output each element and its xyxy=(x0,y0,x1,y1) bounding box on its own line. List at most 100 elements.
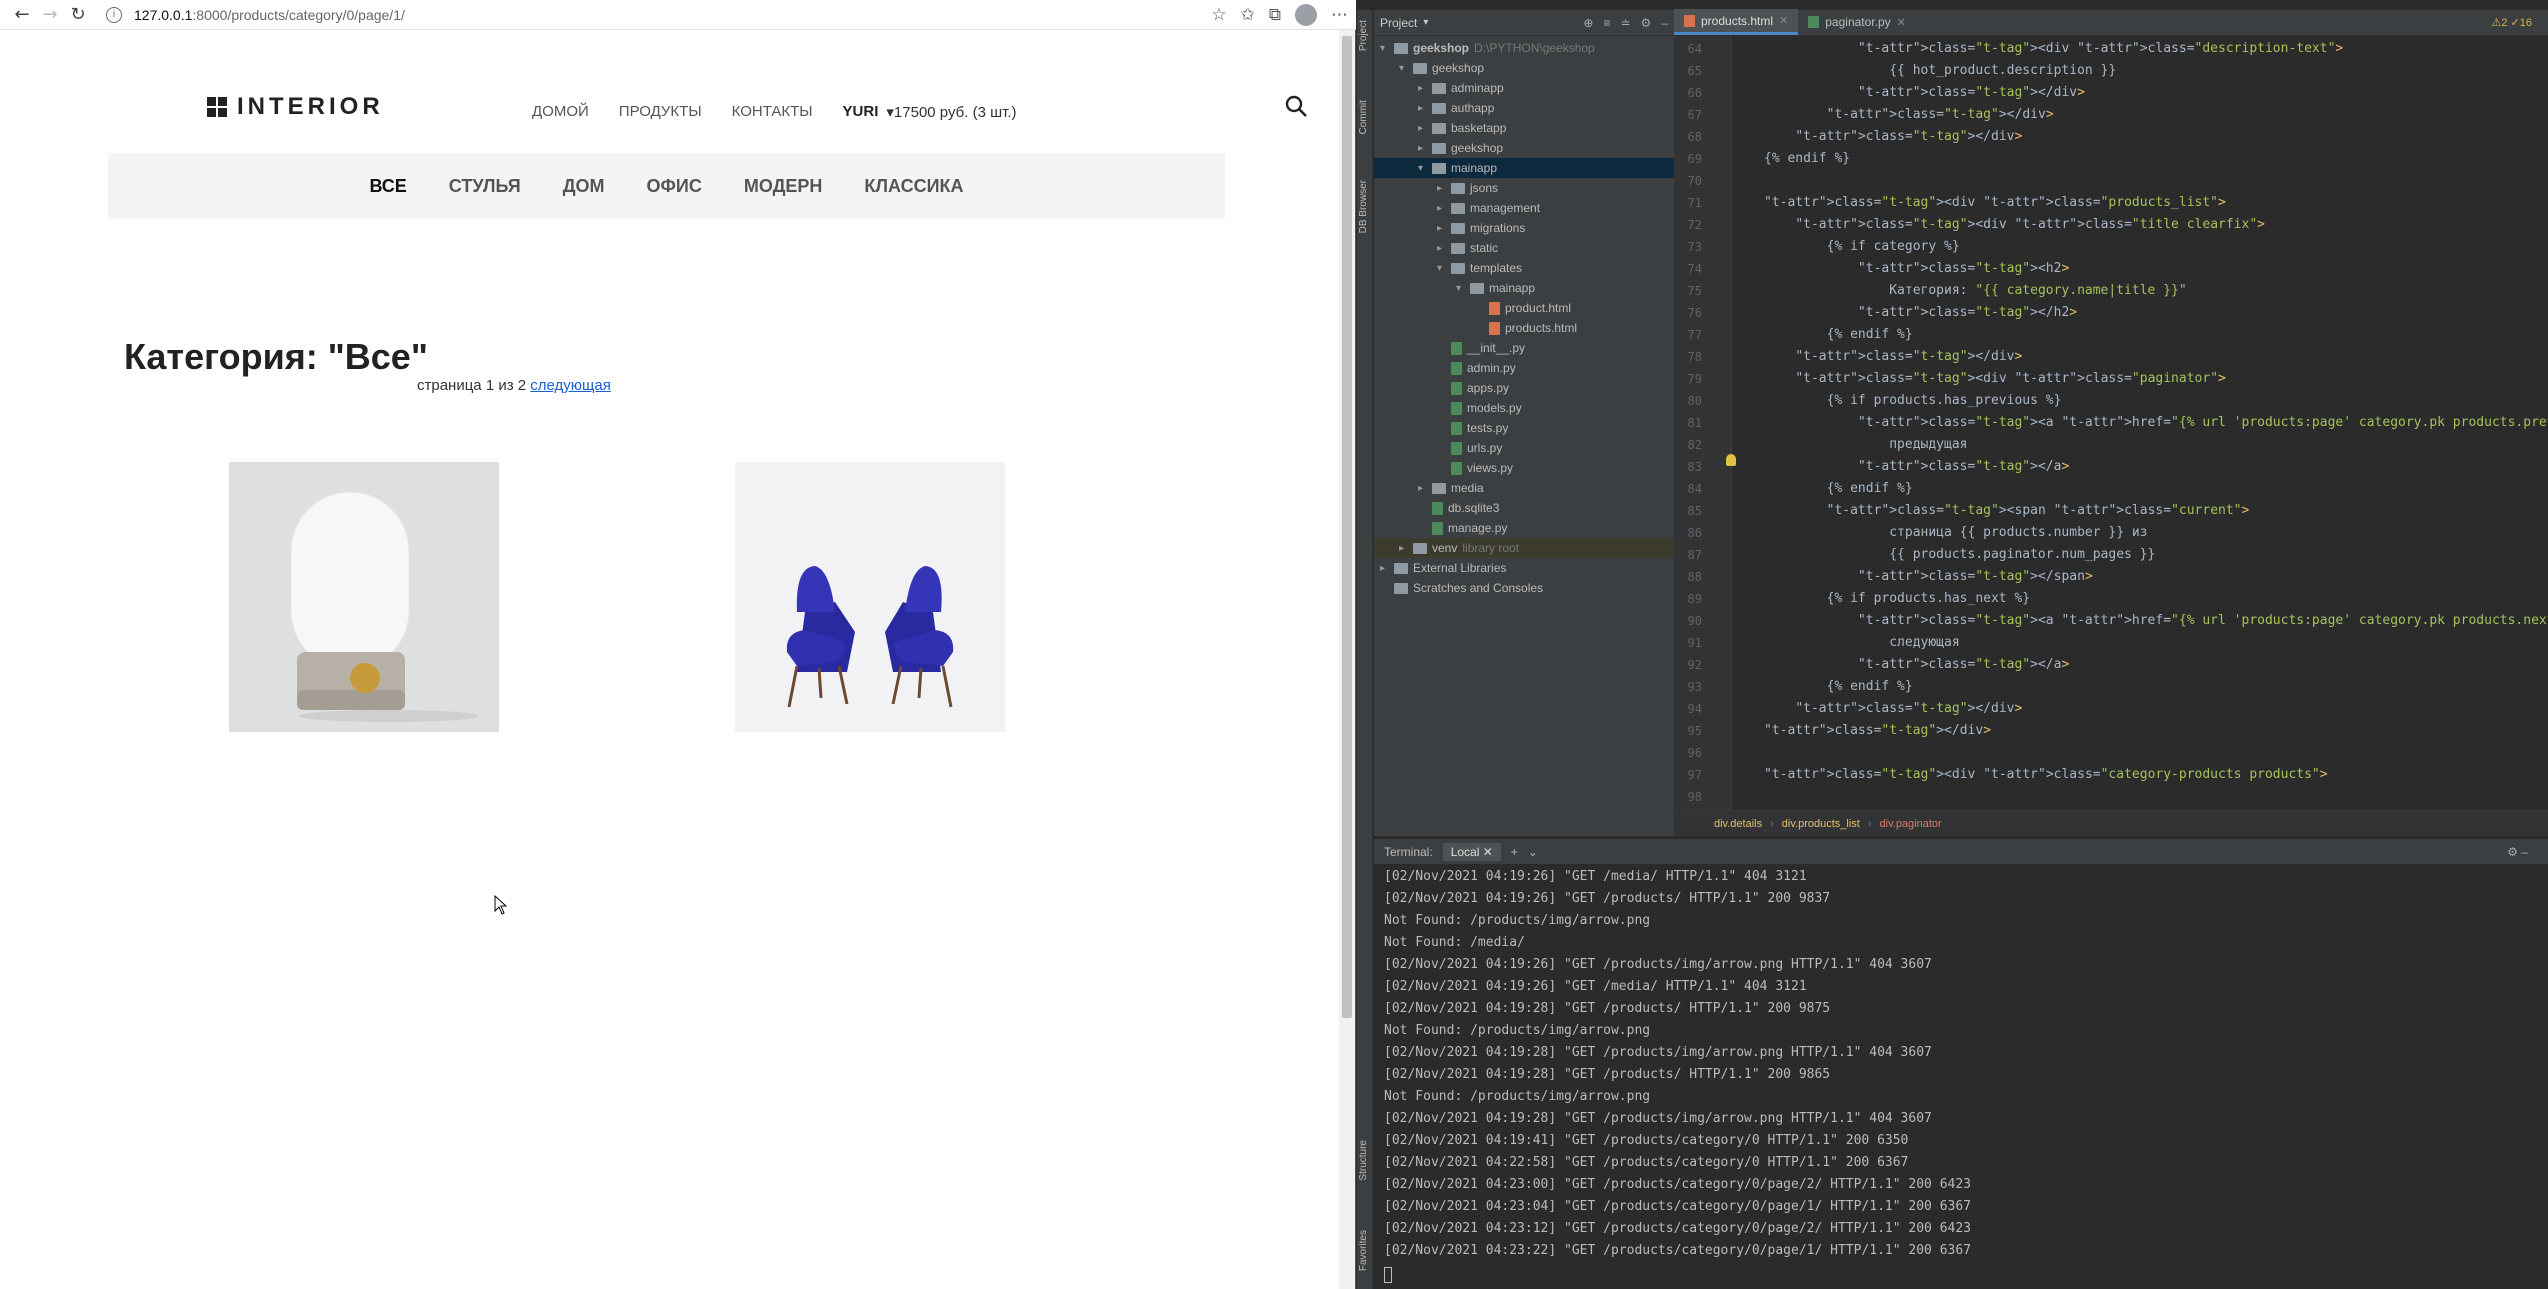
site-logo[interactable]: INTERIOR xyxy=(207,93,384,121)
category-modern[interactable]: модерн xyxy=(744,176,823,197)
tab-paginator-py[interactable]: paginator.py ✕ xyxy=(1798,9,1916,35)
code-line[interactable]: {% if products.has_next %} xyxy=(1732,588,2548,610)
chevron-down-icon[interactable]: ▾ xyxy=(1456,283,1470,294)
chevron-right-icon[interactable]: ▸ xyxy=(1418,483,1432,494)
code-line[interactable]: "t-attr">class="t-tag"><div "t-attr">cla… xyxy=(1732,764,2548,786)
profile-avatar[interactable] xyxy=(1295,4,1317,26)
chevron-right-icon[interactable]: ▸ xyxy=(1418,123,1432,134)
code-line[interactable]: {% if category %} xyxy=(1732,236,2548,258)
menu-products[interactable]: ПРОДУКТЫ xyxy=(619,103,702,121)
tree-item[interactable]: ▸ authapp xyxy=(1374,98,1674,118)
breadcrumb-item[interactable]: div.products_list xyxy=(1782,818,1860,830)
chevron-down-icon[interactable]: ▾ xyxy=(1380,43,1394,54)
menu-contacts[interactable]: КОНТАКТЫ xyxy=(732,103,813,121)
chevron-right-icon[interactable]: ▸ xyxy=(1418,103,1432,114)
tree-item[interactable]: models.py xyxy=(1374,398,1674,418)
tree-item[interactable]: admin.py xyxy=(1374,358,1674,378)
close-icon[interactable]: ✕ xyxy=(1897,16,1906,29)
tree-item[interactable]: product.html xyxy=(1374,298,1674,318)
code-line[interactable] xyxy=(1732,170,2548,192)
tree-item[interactable]: apps.py xyxy=(1374,378,1674,398)
code-line[interactable]: "t-attr">class="t-tag"></h2> xyxy=(1732,302,2548,324)
chevron-right-icon[interactable]: ▸ xyxy=(1437,243,1451,254)
tree-item[interactable]: ▸ External Libraries xyxy=(1374,558,1674,578)
inspection-status[interactable]: ⚠2 ✓16 xyxy=(2492,16,2533,29)
code-line[interactable]: "t-attr">class="t-tag"></div> xyxy=(1732,82,2548,104)
lightbulb-icon[interactable] xyxy=(1726,454,1736,466)
chevron-down-icon[interactable]: ▾ xyxy=(1399,63,1413,74)
code-line[interactable]: "t-attr">class="t-tag"></span> xyxy=(1732,566,2548,588)
menu-home[interactable]: ДОМОЙ xyxy=(532,103,589,121)
code-line[interactable] xyxy=(1732,742,2548,764)
more-icon[interactable]: ⋯ xyxy=(1331,5,1348,25)
tree-item[interactable]: ▾ templates xyxy=(1374,258,1674,278)
code-line[interactable]: "t-attr">class="t-tag"></div> xyxy=(1732,346,2548,368)
add-terminal-icon[interactable]: + xyxy=(1511,845,1518,859)
close-icon[interactable]: ✕ xyxy=(1779,14,1788,27)
tree-item[interactable]: ▸ jsons xyxy=(1374,178,1674,198)
site-info-icon[interactable]: i xyxy=(106,6,122,23)
code-line[interactable]: {% endif %} xyxy=(1732,478,2548,500)
chevron-right-icon[interactable]: ▸ xyxy=(1437,203,1451,214)
tree-item[interactable]: ▸ management xyxy=(1374,198,1674,218)
chevron-right-icon[interactable]: ▸ xyxy=(1418,83,1432,94)
gear-icon[interactable]: ⚙ xyxy=(1641,16,1652,30)
tree-item[interactable]: ▾ geekshop xyxy=(1374,58,1674,78)
code-line[interactable]: "t-attr">class="t-tag"><a "t-attr">href=… xyxy=(1732,412,2548,434)
chevron-down-icon[interactable]: ⌄ xyxy=(1528,845,1538,859)
code-editor[interactable]: 64 65 66 67 68 69 70 71 72 73 74 75 76 77 78 79 80 81 82 83… xyxy=(1674,36,2548,826)
tree-item[interactable]: tests.py xyxy=(1374,418,1674,438)
tree-item[interactable]: ▾ geekshop D:\PYTHON\geekshop xyxy=(1374,38,1674,58)
code-area[interactable]: "t-attr">class="t-tag"><div "t-attr">cla… xyxy=(1732,36,2548,810)
favorites-icon[interactable]: ✩ xyxy=(1241,5,1255,25)
code-line[interactable]: {% endif %} xyxy=(1732,676,2548,698)
browser-scrollbar[interactable] xyxy=(1339,30,1355,1289)
product-card[interactable] xyxy=(229,462,499,732)
menu-user[interactable]: YURI xyxy=(843,103,879,121)
close-icon[interactable]: ✕ xyxy=(1483,845,1493,859)
code-line[interactable]: "t-attr">class="t-tag"><h2> xyxy=(1732,258,2548,280)
tree-item[interactable]: ▾ mainapp xyxy=(1374,278,1674,298)
code-line[interactable]: "t-attr">class="t-tag"></a> xyxy=(1732,456,2548,478)
tree-item[interactable]: ▸ migrations xyxy=(1374,218,1674,238)
code-line[interactable]: "t-attr">class="t-tag"><div "t-attr">cla… xyxy=(1732,38,2548,60)
terminal-tab-local[interactable]: Local ✕ xyxy=(1442,842,1501,861)
chevron-right-icon[interactable]: ▸ xyxy=(1437,223,1451,234)
code-line[interactable]: "t-attr">class="t-tag"><div "t-attr">cla… xyxy=(1732,214,2548,236)
code-line[interactable]: {{ products.paginator.num_pages }} xyxy=(1732,544,2548,566)
product-card[interactable] xyxy=(735,462,1005,732)
basket-summary[interactable]: ▾17500 руб. (3 шт.) xyxy=(886,103,1016,121)
collapse-all-icon[interactable]: ≐ xyxy=(1620,16,1630,30)
side-tab-db-browser[interactable]: DB Browser xyxy=(1358,180,1369,233)
terminal-output[interactable]: [02/Nov/2021 04:19:26] "GET /media/ HTTP… xyxy=(1374,864,2548,1289)
chevron-right-icon[interactable]: ▸ xyxy=(1418,143,1432,154)
collections-icon[interactable]: ⧉ xyxy=(1269,5,1281,25)
code-line[interactable]: {% endif %} xyxy=(1732,148,2548,170)
address-bar[interactable]: i 127.0.0.1:8000/products/category/0/pag… xyxy=(106,6,405,23)
forward-icon[interactable]: → xyxy=(36,1,64,29)
tree-item[interactable]: ▸ static xyxy=(1374,238,1674,258)
code-line[interactable]: "t-attr">class="t-tag"><a "t-attr">href=… xyxy=(1732,610,2548,632)
back-icon[interactable]: ← xyxy=(8,1,36,29)
chevron-right-icon[interactable]: ▸ xyxy=(1399,543,1413,554)
code-line[interactable]: Категория: "{{ category.name|title }}" xyxy=(1732,280,2548,302)
chevron-right-icon[interactable]: ▸ xyxy=(1437,183,1451,194)
side-tab-commit[interactable]: Commit xyxy=(1358,100,1369,134)
code-line[interactable]: "t-attr">class="t-tag"></div> xyxy=(1732,698,2548,720)
tree-item[interactable]: db.sqlite3 xyxy=(1374,498,1674,518)
code-line[interactable]: {% endif %} xyxy=(1732,324,2548,346)
category-home[interactable]: дом xyxy=(563,176,605,197)
side-tab-favorites[interactable]: Favorites xyxy=(1358,1230,1369,1271)
code-line[interactable]: страница {{ products.number }} из xyxy=(1732,522,2548,544)
reload-icon[interactable]: ↻ xyxy=(64,1,92,29)
favorite-star-icon[interactable]: ☆ xyxy=(1211,5,1226,25)
chevron-right-icon[interactable]: ▸ xyxy=(1380,563,1394,574)
search-icon[interactable] xyxy=(1284,94,1308,118)
pager-next-link[interactable]: следующая xyxy=(530,377,611,394)
tree-item[interactable]: products.html xyxy=(1374,318,1674,338)
code-line[interactable]: "t-attr">class="t-tag"><span "t-attr">cl… xyxy=(1732,500,2548,522)
code-line[interactable]: "t-attr">class="t-tag"></div> xyxy=(1732,104,2548,126)
code-line[interactable]: следующая xyxy=(1732,632,2548,654)
tab-products-html[interactable]: products.html ✕ xyxy=(1674,9,1799,35)
side-tab-project[interactable]: Project xyxy=(1358,20,1369,51)
